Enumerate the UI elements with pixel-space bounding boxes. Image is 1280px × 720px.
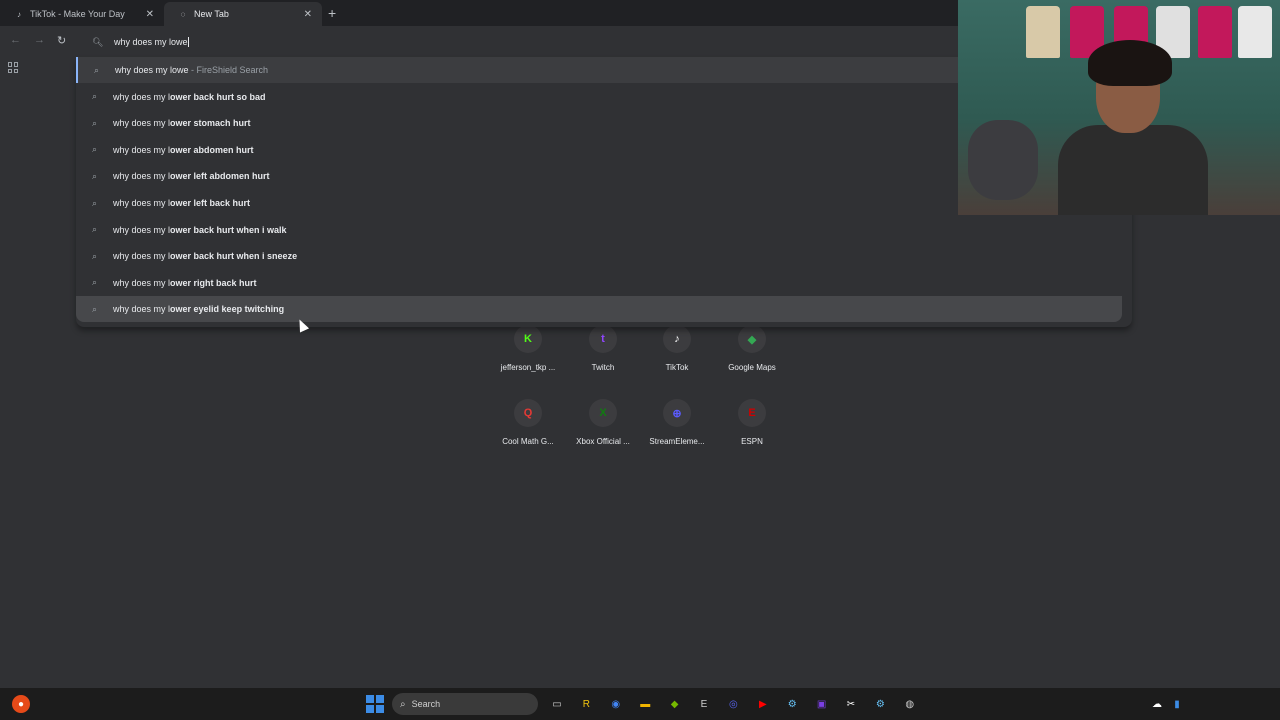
close-tab-icon[interactable]: ✕: [146, 9, 154, 20]
suggestion-text: why does my lower right back hurt: [113, 277, 257, 288]
search-icon: ⌕: [92, 250, 98, 261]
close-tab-icon[interactable]: ✕: [304, 9, 312, 20]
shortcut-label: TikTok: [665, 363, 689, 372]
search-icon: ⌕: [92, 170, 98, 181]
person-body: [1058, 125, 1208, 215]
xbox-icon: X: [589, 399, 617, 427]
taskbar: ● ⌕ Search ▭ R ◉ ▬ ◆ E ◎ ▶ ⚙ ▣ ✂ ⚙ ◍ ☁ ▮: [0, 688, 1280, 720]
reload-icon[interactable]: ↻: [57, 34, 66, 47]
shortcut-label: jefferson_tkp ...: [500, 363, 556, 372]
search-icon: ⌕: [92, 224, 98, 235]
search-icon: ⌕: [92, 117, 98, 128]
tab-title: New Tab: [194, 9, 229, 19]
toolbar: ← → ↻ 🔍︎ why does my lowe: [0, 26, 958, 58]
suggestion-text: why does my lower back hurt when i walk: [113, 224, 287, 235]
shortcut-tile[interactable]: Kjefferson_tkp ...: [491, 325, 565, 389]
taskbar-search[interactable]: ⌕ Search: [392, 693, 538, 715]
suggestion-text: why does my lower left back hurt: [113, 198, 251, 208]
suggestion-text: why does my lower back hurt so bad: [113, 91, 266, 102]
steam-icon[interactable]: ⚙: [783, 695, 801, 713]
shortcut-label: StreamEleme...: [649, 437, 705, 446]
suggestion-text: why does my lower left abdomen hurt: [113, 171, 270, 182]
espn-icon: E: [738, 399, 766, 427]
search-icon: ⌕: [92, 277, 98, 288]
tab-new-tab[interactable]: ◌ New Tab ✕: [164, 2, 322, 26]
jersey-decoration: [1026, 6, 1060, 58]
tray-icon[interactable]: ▮: [1168, 695, 1186, 713]
apps-grid-icon[interactable]: [8, 62, 19, 73]
suggestion-text: why does my lowe - FireShield Search: [115, 65, 269, 75]
suggestion-text: why does my lower abdomen hurt: [113, 144, 254, 155]
search-icon: ⌕: [92, 303, 98, 314]
shortcut-tile[interactable]: X Xbox Official ...: [566, 399, 640, 463]
suggestion-text: why does my lower back hurt when i sneez…: [113, 251, 298, 262]
chair: [968, 120, 1038, 200]
chrome-icon[interactable]: ◉: [607, 695, 625, 713]
shortcut-label: Xbox Official ...: [576, 437, 630, 446]
shortcut-tile[interactable]: ♪ TikTok: [640, 325, 714, 389]
taskbar-search-label: Search: [411, 699, 441, 709]
shortcut-tile[interactable]: Q Cool Math G...: [491, 399, 565, 463]
jersey-decoration: [1238, 6, 1272, 58]
address-bar[interactable]: 🔍︎ why does my lowe: [84, 30, 958, 54]
youtube-icon[interactable]: ▶: [754, 695, 772, 713]
roblox-icon[interactable]: R: [577, 695, 595, 713]
suggestion-item[interactable]: ⌕ why does my lower back hurt when i snee…: [76, 243, 1122, 269]
shortcut-label: ESPN: [741, 437, 763, 446]
weather-widget-icon[interactable]: ●: [12, 695, 30, 713]
coolmath-icon: Q: [514, 399, 542, 427]
twitch-icon: t: [589, 325, 617, 353]
epic-icon[interactable]: E: [695, 695, 713, 713]
globe-icon: ◌: [180, 9, 186, 19]
folder-icon[interactable]: ▬: [636, 695, 654, 713]
nvidia-icon[interactable]: ◆: [666, 695, 684, 713]
tab-tiktok[interactable]: ♪ TikTok - Make Your Day ✕: [0, 2, 164, 26]
clip-icon[interactable]: ▣: [813, 695, 831, 713]
cloud-icon[interactable]: ☁: [1148, 695, 1166, 713]
start-button[interactable]: [366, 695, 384, 713]
person-hair: [1088, 40, 1172, 86]
obs-icon[interactable]: ◍: [901, 695, 919, 713]
steam-icon[interactable]: ⚙: [871, 695, 889, 713]
file-icon[interactable]: ▭: [548, 695, 566, 713]
tab-title: TikTok - Make Your Day: [30, 9, 125, 19]
webcam-overlay: [958, 0, 1280, 215]
shortcut-tile[interactable]: ⊕ StreamEleme...: [640, 399, 714, 463]
shortcut-tile[interactable]: ◆ Google Maps: [715, 325, 789, 389]
back-arrow-icon[interactable]: ←: [10, 34, 21, 46]
search-icon: 🔍︎: [92, 36, 104, 47]
shortcut-tile[interactable]: E ESPN: [715, 399, 789, 463]
kick-icon: K: [514, 325, 542, 353]
maps-icon: ◆: [738, 325, 766, 353]
shortcut-label: Cool Math G...: [502, 437, 554, 446]
shortcut-label: Google Maps: [728, 363, 776, 372]
tab-strip: ♪ TikTok - Make Your Day ✕ ◌ New Tab ✕ +: [0, 0, 958, 26]
search-icon: ⌕: [92, 91, 98, 102]
address-input[interactable]: why does my lowe: [114, 37, 189, 48]
tiktok-icon: ♪: [663, 325, 691, 353]
shortcut-tile[interactable]: t Twitch: [566, 325, 640, 389]
suggestion-text: why does my lower eyelid keep twitching: [113, 304, 285, 315]
suggestion-text: why does my lower stomach hurt: [113, 118, 251, 129]
forward-arrow-icon[interactable]: →: [34, 34, 45, 46]
tiktok-icon: ♪: [17, 9, 21, 19]
suggestion-item[interactable]: ⌕ why does my lower right back hurt: [76, 270, 1122, 296]
suggestion-item[interactable]: ⌕ why does my lower back hurt when i walk: [76, 217, 1122, 243]
shortcut-label: Twitch: [591, 363, 615, 372]
search-icon: ⌕: [92, 144, 98, 155]
search-icon: ⌕: [92, 197, 98, 208]
search-icon: ⌕: [94, 64, 100, 75]
jersey-decoration: [1198, 6, 1232, 58]
search-icon: ⌕: [400, 698, 406, 710]
discord-icon[interactable]: ◎: [724, 695, 742, 713]
new-tab-button[interactable]: +: [328, 5, 336, 21]
streamelements-icon: ⊕: [663, 399, 691, 427]
capcut-icon[interactable]: ✂: [842, 695, 860, 713]
suggestion-item[interactable]: ⌕ why does my lower eyelid keep twitching: [76, 296, 1122, 323]
